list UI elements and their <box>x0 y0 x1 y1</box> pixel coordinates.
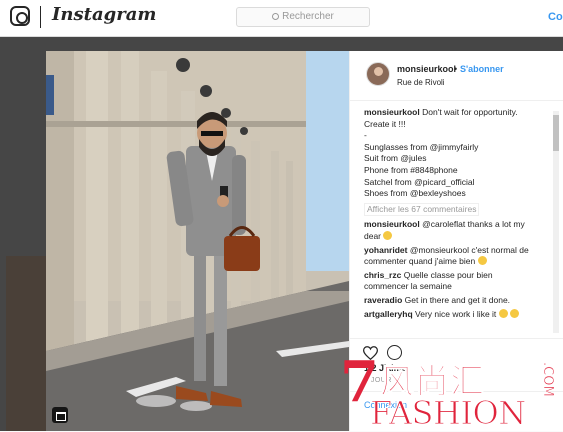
face-emoji-icon <box>477 256 487 266</box>
comment-username[interactable]: yohanridet <box>364 245 407 255</box>
comment-text: Very nice work i like it <box>415 308 497 319</box>
top-navigation-bar: Instagram Rechercher Co <box>0 0 563 37</box>
watermark-domain: .COM <box>540 362 556 397</box>
comment-item: yohanridet @monsieurkool c'est normal de… <box>364 245 550 268</box>
comment-username[interactable]: monsieurkool <box>364 219 420 229</box>
follow-button[interactable]: S'abonner <box>460 64 504 74</box>
logo-divider <box>40 6 41 28</box>
separator-dot: • <box>454 64 458 74</box>
background-photo-fragment <box>6 256 46 431</box>
search-icon <box>272 13 280 20</box>
avatar[interactable] <box>366 62 390 86</box>
caption-line: - <box>364 130 367 141</box>
caption-line: Sunglasses from @jimmyfairly <box>364 141 479 152</box>
instagram-camera-icon[interactable] <box>10 6 30 26</box>
watermark-logo: 7 风尚汇 FASHION .COM <box>340 352 563 432</box>
comment-item: monsieurkool @caroleflat thanks a lot my… <box>364 219 550 242</box>
caption-line: Satchel from @picard_official <box>364 176 475 187</box>
caption-line: Don't wait for opportunity. <box>422 107 518 117</box>
post-header: monsieurkool • S'abonner Rue de Rivoli <box>350 51 563 101</box>
scrollbar-thumb[interactable] <box>553 115 559 151</box>
post-photo[interactable] <box>46 51 349 431</box>
caption-line: Shoes from @bexleyshoes <box>364 188 466 199</box>
comment-item: artgalleryhq Very nice work i like it <box>364 308 550 321</box>
login-link[interactable]: Co <box>548 11 563 23</box>
caption-line: Phone from #8848phone <box>364 164 458 175</box>
comment-text: commencer la semaine <box>364 281 452 292</box>
comment-text: dear <box>364 230 382 241</box>
search-input[interactable]: Rechercher <box>236 7 370 27</box>
search-placeholder: Rechercher <box>282 11 334 22</box>
comment-text: @caroleflat thanks a lot my <box>422 219 525 230</box>
comments-list[interactable]: monsieurkool Don't wait for opportunity.… <box>364 107 550 337</box>
tagged-users-button[interactable] <box>52 407 68 423</box>
load-more-comments-button[interactable]: Afficher les 67 commentaires <box>364 202 480 217</box>
caption-line: Suit from @jules <box>364 153 427 164</box>
caption-line: Create it !!! <box>364 118 406 129</box>
comment-text: @monsieurkool c'est normal de <box>409 244 529 255</box>
laughing-emoji-icon <box>498 308 508 318</box>
post-location[interactable]: Rue de Rivoli <box>397 78 445 87</box>
street-photo-illustration <box>46 51 349 431</box>
post-username[interactable]: monsieurkool <box>397 64 456 74</box>
post-caption: monsieurkool Don't wait for opportunity.… <box>364 107 550 200</box>
comment-item: chris_rzc Quelle classe pour bien commen… <box>364 270 550 293</box>
comment-text: Get in there and get it done. <box>404 294 511 305</box>
comment-username[interactable]: artgalleryhq <box>364 309 413 319</box>
comment-item: raveradio Get in there and get it done. <box>364 295 550 307</box>
thumbs-up-emoji-icon <box>510 308 520 318</box>
comment-username[interactable]: raveradio <box>364 295 402 305</box>
watermark-english-text: FASHION <box>370 394 527 432</box>
comment-text: commenter quand j'aime bien <box>364 256 476 267</box>
comment-username[interactable]: chris_rzc <box>364 270 401 280</box>
comments-scrollbar[interactable] <box>553 111 559 333</box>
caption-username[interactable]: monsieurkool <box>364 107 420 117</box>
smiley-emoji-icon <box>383 230 393 240</box>
comment-text: Quelle classe pour bien <box>403 269 493 280</box>
instagram-wordmark[interactable]: Instagram <box>52 4 156 25</box>
